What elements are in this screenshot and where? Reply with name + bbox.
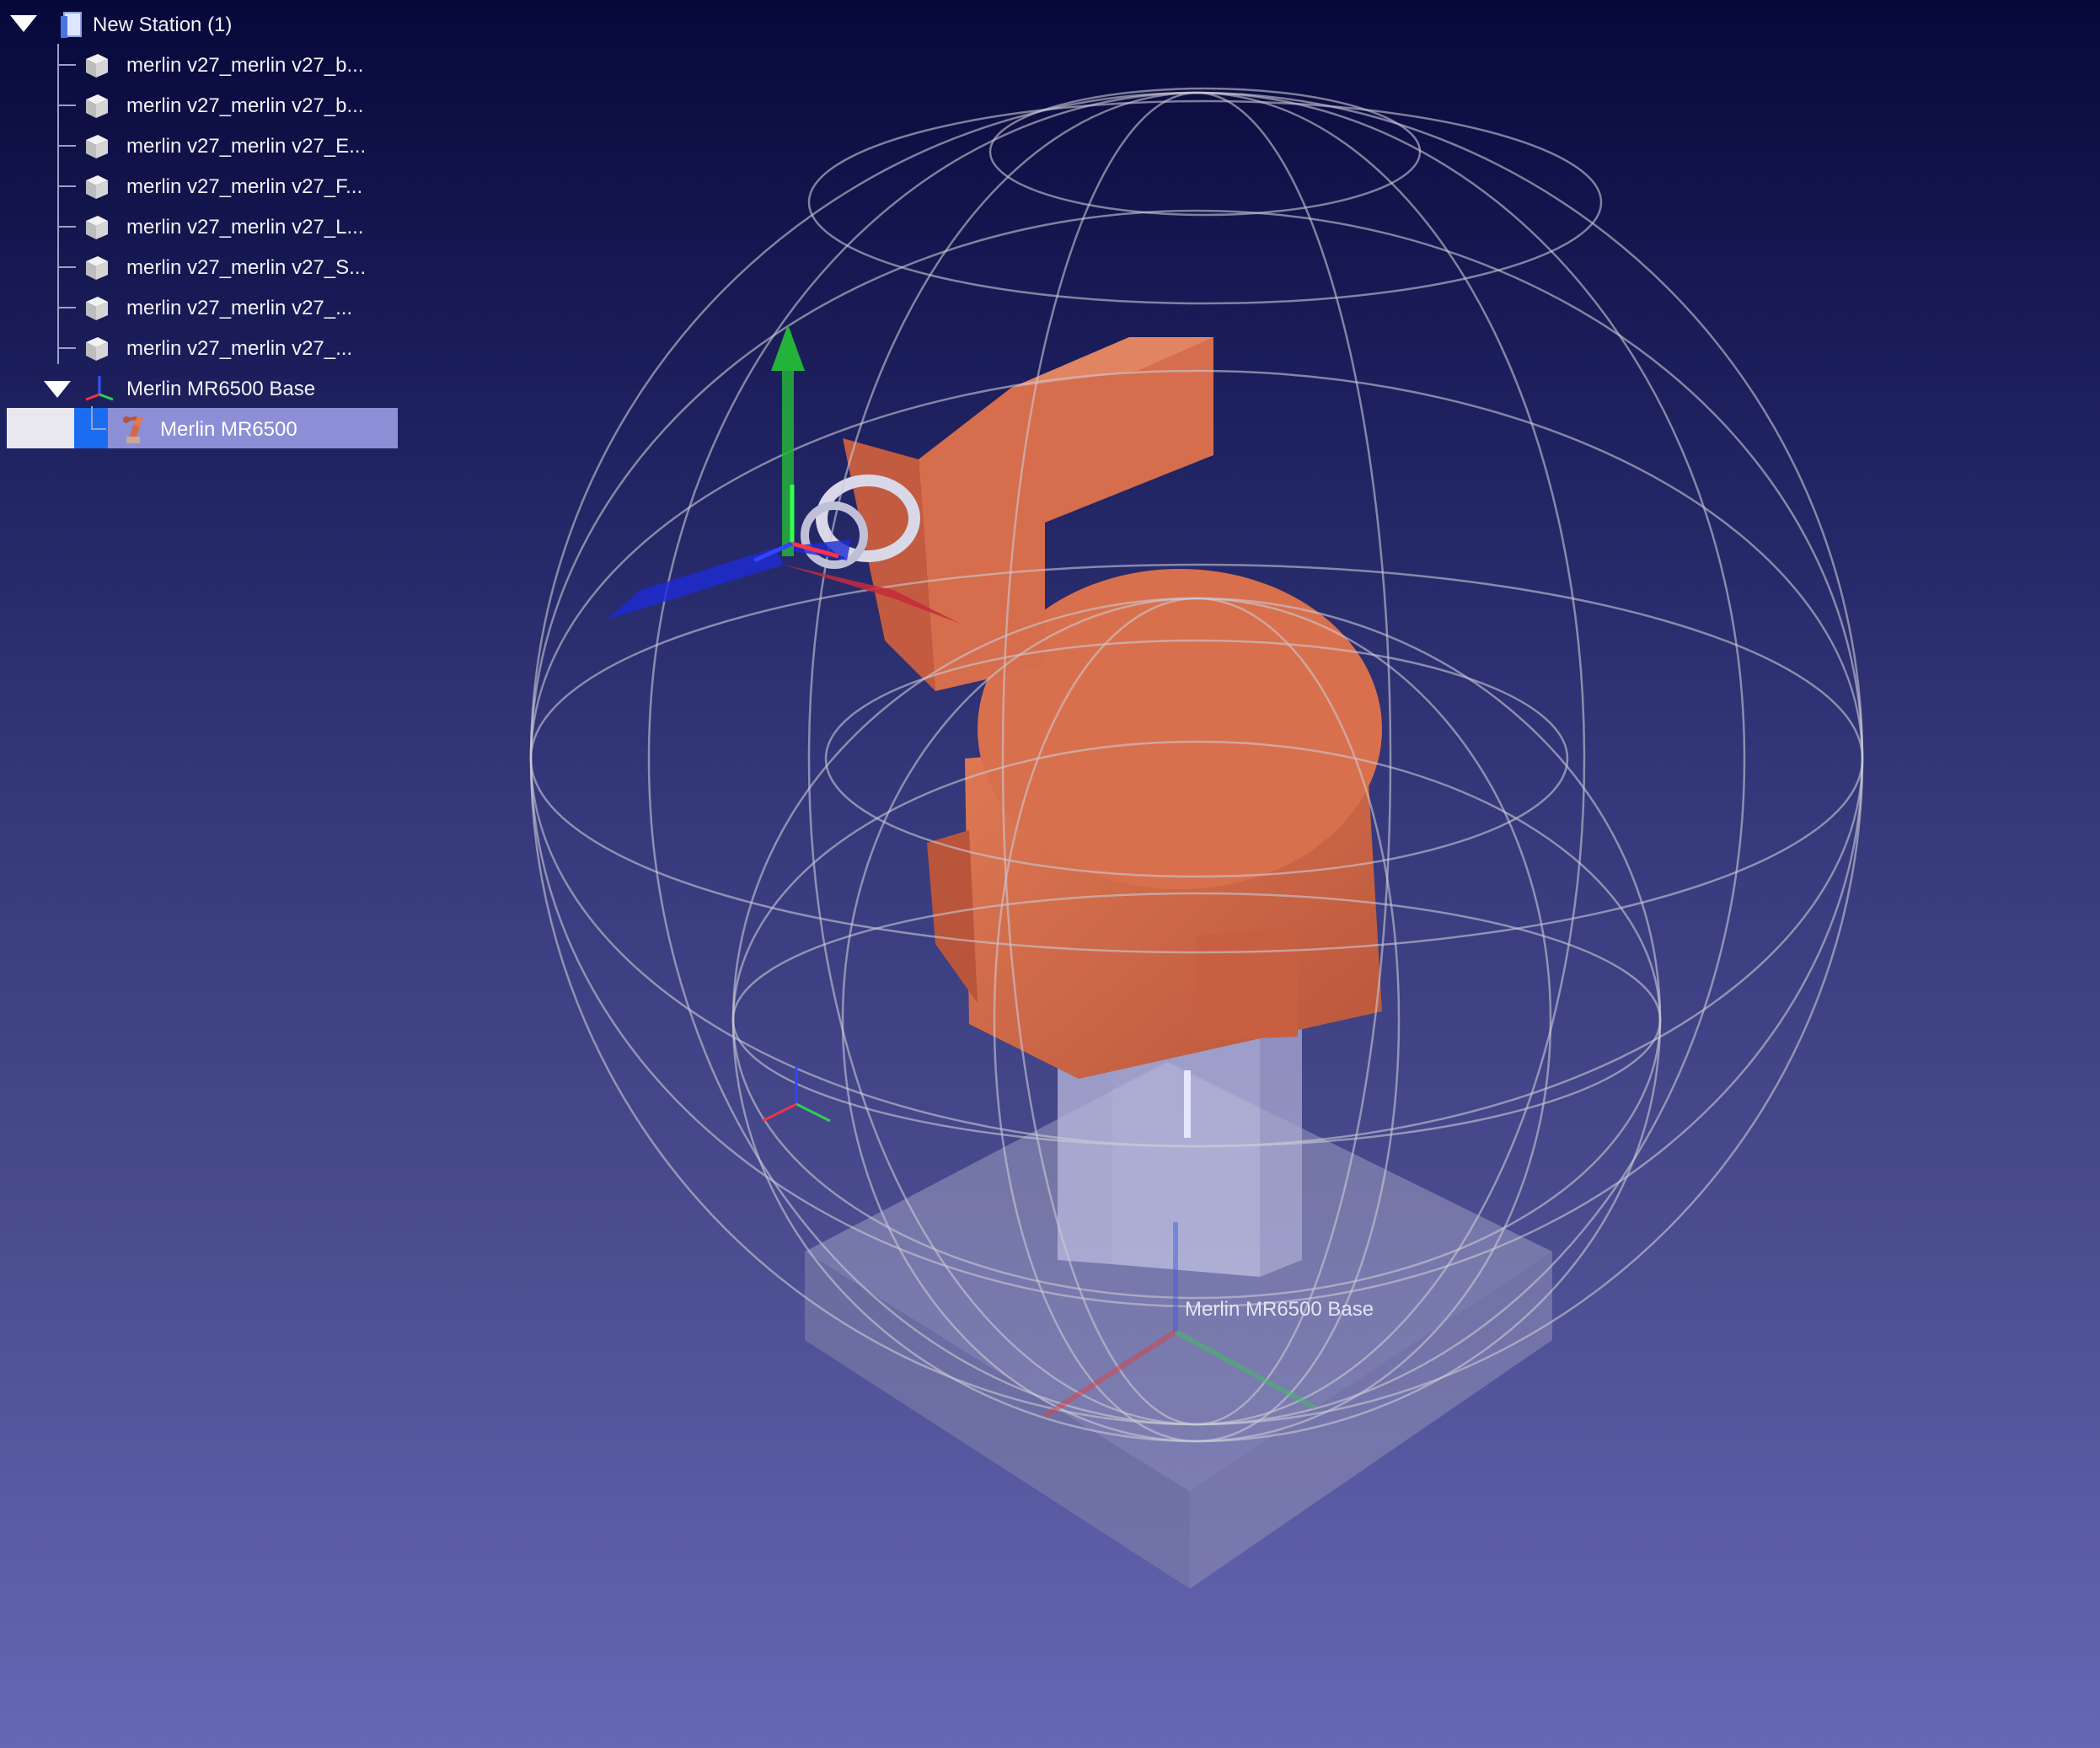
tree-connector bbox=[57, 185, 76, 187]
tree-item-label: Merlin MR6500 Base bbox=[126, 378, 316, 400]
tree-connector bbox=[57, 145, 76, 147]
tree-item-part[interactable]: merlin v27_merlin v27_b... bbox=[0, 86, 404, 125]
tree-item-part[interactable]: merlin v27_merlin v27_L... bbox=[0, 207, 404, 246]
part-cube-icon bbox=[86, 297, 108, 320]
tree-connector bbox=[57, 266, 76, 268]
part-cube-icon bbox=[86, 216, 108, 239]
part-cube-icon bbox=[86, 256, 108, 280]
part-cube-icon bbox=[86, 94, 108, 118]
tree-item-robot[interactable]: Merlin MR6500 bbox=[0, 410, 404, 448]
tree-connector bbox=[57, 64, 76, 66]
part-cube-icon bbox=[86, 175, 108, 199]
expand-arrow-icon[interactable] bbox=[10, 15, 37, 32]
part-cube-icon bbox=[86, 337, 108, 361]
tree-item-label: merlin v27_merlin v27_L... bbox=[126, 216, 364, 239]
tree-item-part[interactable]: merlin v27_merlin v27_... bbox=[0, 329, 404, 367]
expand-arrow-icon[interactable] bbox=[44, 381, 71, 398]
tree-item-label: merlin v27_merlin v27_... bbox=[126, 297, 353, 319]
tree-item-label: merlin v27_merlin v27_... bbox=[126, 337, 353, 360]
tree-item-frame[interactable]: Merlin MR6500 Base bbox=[0, 369, 404, 408]
tree-item-part[interactable]: merlin v27_merlin v27_S... bbox=[0, 248, 404, 287]
tree-item-label: merlin v27_merlin v27_b... bbox=[126, 54, 364, 77]
tree-item-label: merlin v27_merlin v27_S... bbox=[126, 256, 367, 279]
tree-connector bbox=[57, 226, 76, 228]
part-cube-icon bbox=[86, 54, 108, 78]
tree-item-part[interactable]: merlin v27_merlin v27_b... bbox=[0, 46, 404, 84]
tree-item-part[interactable]: merlin v27_merlin v27_... bbox=[0, 288, 404, 327]
tree-item-part[interactable]: merlin v27_merlin v27_F... bbox=[0, 167, 404, 206]
tree-connector bbox=[57, 347, 76, 349]
tree-item-label: merlin v27_merlin v27_E... bbox=[126, 135, 367, 158]
robot-arm-icon bbox=[123, 416, 143, 443]
frame-axes-icon bbox=[85, 376, 114, 401]
base-frame-label: Merlin MR6500 Base bbox=[1185, 1298, 1374, 1321]
tree-item-station[interactable]: New Station (1) bbox=[0, 5, 404, 44]
tree-item-label: merlin v27_merlin v27_b... bbox=[126, 94, 364, 117]
station-icon bbox=[61, 12, 82, 38]
tree-item-label: New Station (1) bbox=[93, 13, 233, 36]
tree-item-label: merlin v27_merlin v27_F... bbox=[126, 175, 363, 198]
tree-item-part[interactable]: merlin v27_merlin v27_E... bbox=[0, 126, 404, 165]
tree-connector bbox=[57, 307, 76, 308]
part-cube-icon bbox=[86, 135, 108, 158]
tree-item-label: Merlin MR6500 bbox=[160, 418, 297, 441]
robot-arm[interactable] bbox=[843, 337, 1382, 1079]
tree-connector bbox=[57, 105, 76, 106]
